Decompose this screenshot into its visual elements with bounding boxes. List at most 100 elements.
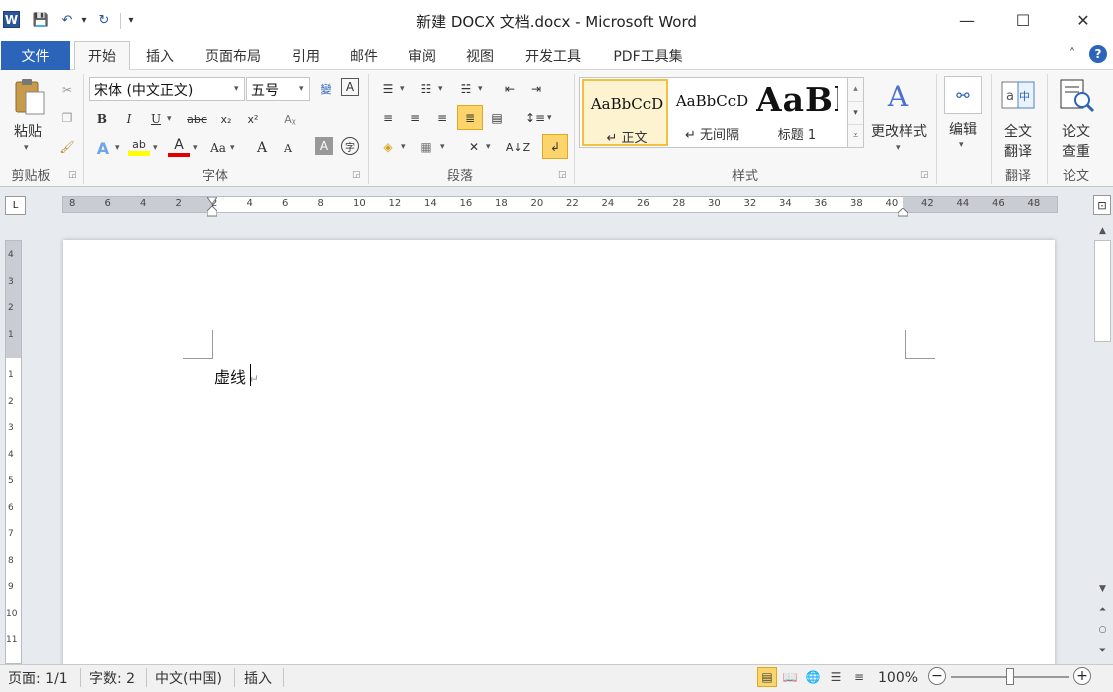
italic-button[interactable]: I: [118, 108, 140, 130]
font-color-icon[interactable]: A: [168, 137, 190, 159]
tab-pdf-tools[interactable]: PDF工具集: [603, 41, 693, 70]
tab-review[interactable]: 审阅: [399, 41, 445, 70]
line-spacing-icon[interactable]: ↕≡: [524, 107, 546, 129]
clipboard-launcher-icon[interactable]: ◲: [68, 170, 77, 180]
paste-label[interactable]: 粘贴: [8, 121, 48, 141]
right-indent-marker[interactable]: [897, 206, 909, 217]
change-case-dropdown-icon[interactable]: ▾: [230, 143, 235, 153]
previous-page-icon[interactable]: ⏶: [1094, 603, 1111, 617]
numbering-icon[interactable]: ☷: [415, 78, 437, 100]
highlight-icon[interactable]: ab: [128, 138, 150, 158]
styles-scrollbar[interactable]: ▴ ▾ ⩡: [847, 78, 863, 147]
document-text[interactable]: 虚线 ↵: [214, 364, 259, 388]
grow-font-button[interactable]: A: [251, 137, 273, 159]
strikethrough-button[interactable]: abc: [186, 108, 208, 130]
chinese-layout-icon[interactable]: ✕: [463, 136, 485, 158]
character-border-icon[interactable]: A: [341, 78, 359, 96]
print-layout-view-icon[interactable]: ▤: [757, 667, 777, 687]
superscript-button[interactable]: x²: [242, 108, 264, 130]
chinese-layout-dropdown-icon[interactable]: ▾: [486, 142, 491, 152]
page-count-status[interactable]: 页面: 1/1: [8, 668, 68, 688]
tab-developer[interactable]: 开发工具: [516, 41, 590, 70]
justify-icon[interactable]: ≣: [457, 105, 483, 130]
editing-label[interactable]: 编辑: [940, 119, 986, 139]
text-effects-dropdown-icon[interactable]: ▾: [115, 143, 120, 153]
left-indent-marker[interactable]: [206, 205, 218, 217]
style-normal[interactable]: AaBbCcD ↵ 正文: [582, 79, 668, 146]
paper-check-label-1[interactable]: 论文: [1054, 121, 1098, 141]
decrease-indent-icon[interactable]: ⇤: [499, 78, 521, 100]
web-layout-icon[interactable]: 🌐: [803, 667, 823, 687]
show-hide-marks-icon[interactable]: ↲: [542, 134, 568, 159]
highlight-dropdown-icon[interactable]: ▾: [153, 143, 158, 153]
font-color-dropdown-icon[interactable]: ▾: [193, 143, 198, 153]
change-styles-dropdown-icon[interactable]: ▾: [896, 143, 901, 153]
translate-label-2[interactable]: 翻译: [996, 141, 1040, 161]
shading-dropdown-icon[interactable]: ▾: [401, 142, 406, 152]
view-ruler-icon[interactable]: ⊡: [1093, 195, 1111, 215]
sort-icon[interactable]: A↓Z: [506, 136, 530, 158]
minimize-button[interactable]: —: [952, 8, 982, 32]
increase-indent-icon[interactable]: ⇥: [525, 78, 547, 100]
translate-label-1[interactable]: 全文: [996, 121, 1040, 141]
paper-check-label-2[interactable]: 查重: [1054, 141, 1098, 161]
distributed-icon[interactable]: ▤: [486, 107, 508, 129]
editing-dropdown-icon[interactable]: ▾: [959, 140, 964, 150]
borders-dropdown-icon[interactable]: ▾: [440, 142, 445, 152]
word-count-status[interactable]: 字数: 2: [89, 668, 135, 688]
enclose-characters-icon[interactable]: 字: [341, 137, 359, 155]
cut-icon[interactable]: ✂: [56, 79, 78, 101]
find-binoculars-icon[interactable]: ⚯: [944, 76, 982, 114]
multilevel-dropdown-icon[interactable]: ▾: [478, 84, 483, 94]
scroll-up-arrow[interactable]: ▲: [1094, 224, 1111, 238]
align-center-icon[interactable]: ≡: [404, 107, 426, 129]
paste-icon[interactable]: [12, 78, 46, 116]
change-case-button[interactable]: Aa: [207, 137, 229, 159]
bold-button[interactable]: B: [91, 108, 113, 130]
change-styles-label[interactable]: 更改样式: [866, 121, 932, 141]
tab-references[interactable]: 引用: [283, 41, 329, 70]
numbering-dropdown-icon[interactable]: ▾: [438, 84, 443, 94]
tab-page-layout[interactable]: 页面布局: [196, 41, 270, 70]
paragraph-launcher-icon[interactable]: ◲: [558, 170, 567, 180]
language-status[interactable]: 中文(中国): [155, 668, 222, 688]
change-styles-icon[interactable]: A: [880, 80, 916, 114]
close-button[interactable]: ✕: [1068, 8, 1098, 32]
underline-button[interactable]: U: [145, 108, 167, 130]
tab-insert[interactable]: 插入: [137, 41, 183, 70]
multilevel-list-icon[interactable]: ☵: [455, 78, 477, 100]
insert-mode-status[interactable]: 插入: [244, 668, 272, 688]
translate-icon[interactable]: a中: [1000, 78, 1036, 112]
align-left-icon[interactable]: ≡: [377, 107, 399, 129]
tab-home[interactable]: 开始: [74, 41, 130, 70]
first-line-indent-marker[interactable]: [206, 194, 218, 205]
select-browse-object-icon[interactable]: ○: [1094, 623, 1111, 637]
tab-view[interactable]: 视图: [457, 41, 503, 70]
align-right-icon[interactable]: ≡: [431, 107, 453, 129]
paper-check-icon[interactable]: [1058, 78, 1096, 114]
clear-formatting-icon[interactable]: Aᵪ: [279, 108, 301, 130]
document-page[interactable]: [63, 240, 1055, 670]
zoom-in-button[interactable]: +: [1073, 667, 1091, 685]
font-size-dropdown-icon[interactable]: ▾: [299, 84, 304, 94]
zoom-level[interactable]: 100%: [878, 668, 918, 688]
scroll-down-arrow[interactable]: ▼: [1094, 582, 1111, 596]
tab-selector[interactable]: L: [5, 196, 26, 215]
underline-dropdown-icon[interactable]: ▾: [167, 114, 172, 124]
bullets-icon[interactable]: ☰: [377, 78, 399, 100]
collapse-ribbon-icon[interactable]: ˄: [1064, 47, 1080, 63]
zoom-out-button[interactable]: −: [928, 667, 946, 685]
font-launcher-icon[interactable]: ◲: [352, 170, 361, 180]
tab-file[interactable]: 文件: [1, 41, 70, 70]
zoom-slider-thumb[interactable]: [1006, 668, 1014, 685]
copy-icon[interactable]: ❐: [56, 107, 78, 129]
help-icon[interactable]: ?: [1089, 45, 1107, 63]
outline-view-icon[interactable]: ☰: [826, 667, 846, 687]
styles-launcher-icon[interactable]: ◲: [920, 170, 929, 180]
bullets-dropdown-icon[interactable]: ▾: [400, 84, 405, 94]
next-page-icon[interactable]: ⏷: [1094, 644, 1111, 658]
draft-view-icon[interactable]: ≡: [849, 667, 869, 687]
style-no-spacing[interactable]: AaBbCcD ↵ 无间隔: [669, 78, 755, 147]
phonetic-guide-icon[interactable]: 變: [315, 78, 337, 100]
full-screen-reading-icon[interactable]: 📖: [780, 667, 800, 687]
